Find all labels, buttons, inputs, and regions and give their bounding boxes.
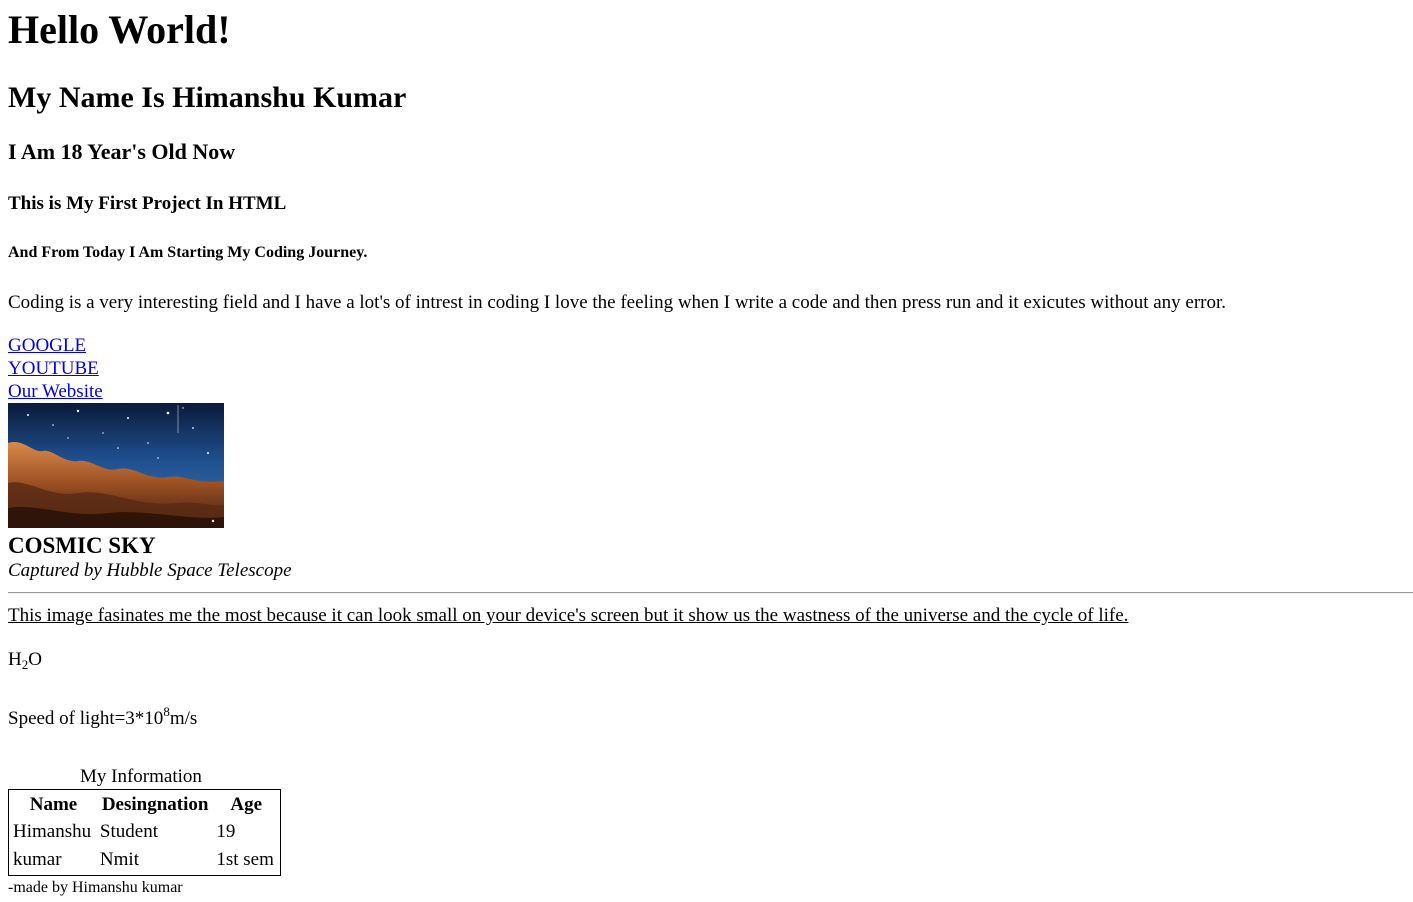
journey-heading: And From Today I Am Starting My Coding J… bbox=[8, 244, 368, 261]
header-age: Age bbox=[230, 793, 262, 815]
page: Hello World! My Name Is Himanshu Kumar I… bbox=[0, 0, 1413, 902]
table-cell: 1st sem bbox=[216, 849, 274, 871]
horizontal-divider bbox=[8, 592, 1413, 594]
website-link[interactable]: Our Website bbox=[8, 380, 103, 403]
table-cell: 19 bbox=[216, 821, 236, 843]
table-header-row: Name Desingnation Age bbox=[11, 792, 278, 818]
google-link[interactable]: GOOGLE bbox=[8, 334, 86, 357]
table-row: Himanshu Student 19 bbox=[11, 820, 278, 846]
speed-prefix: Speed of light=3*10 bbox=[8, 708, 164, 729]
figure-title: COSMIC SKY bbox=[8, 533, 156, 558]
name-heading: My Name Is Himanshu Kumar bbox=[8, 81, 407, 114]
footer-credit: -made by Himanshu kumar bbox=[8, 879, 183, 896]
table-row: kumar Nmit 1st sem bbox=[11, 847, 278, 873]
header-name: Name bbox=[29, 793, 78, 815]
table-cell: Nmit bbox=[99, 849, 139, 871]
formula-suffix: O bbox=[28, 649, 42, 670]
age-heading: I Am 18 Year's Old Now bbox=[8, 139, 236, 164]
table-cell: Student bbox=[99, 821, 158, 843]
intro-paragraph: Coding is a very interesting field and I… bbox=[8, 292, 1227, 313]
reflection-paragraph: This image fasinates me the most because… bbox=[8, 605, 1129, 626]
speed-suffix: m/s bbox=[169, 708, 198, 729]
project-heading: This is My First Project In HTML bbox=[8, 193, 287, 214]
main-heading: Hello World! bbox=[8, 7, 231, 52]
header-designation: Desingnation bbox=[101, 793, 209, 815]
table-caption: My Information bbox=[80, 766, 202, 787]
table-cell: kumar bbox=[13, 849, 62, 871]
water-formula: H2O bbox=[8, 649, 42, 676]
formula-prefix: H bbox=[8, 649, 22, 670]
youtube-link[interactable]: YOUTUBE bbox=[8, 357, 99, 380]
figure-subtitle: Captured by Hubble Space Telescope bbox=[8, 560, 292, 581]
cosmic-sky-image bbox=[8, 403, 224, 528]
info-table: Name Desingnation Age Himanshu Student 1… bbox=[8, 789, 281, 876]
table-cell: Himanshu bbox=[13, 821, 92, 843]
speed-of-light: Speed of light=3*108m/s bbox=[8, 700, 197, 731]
